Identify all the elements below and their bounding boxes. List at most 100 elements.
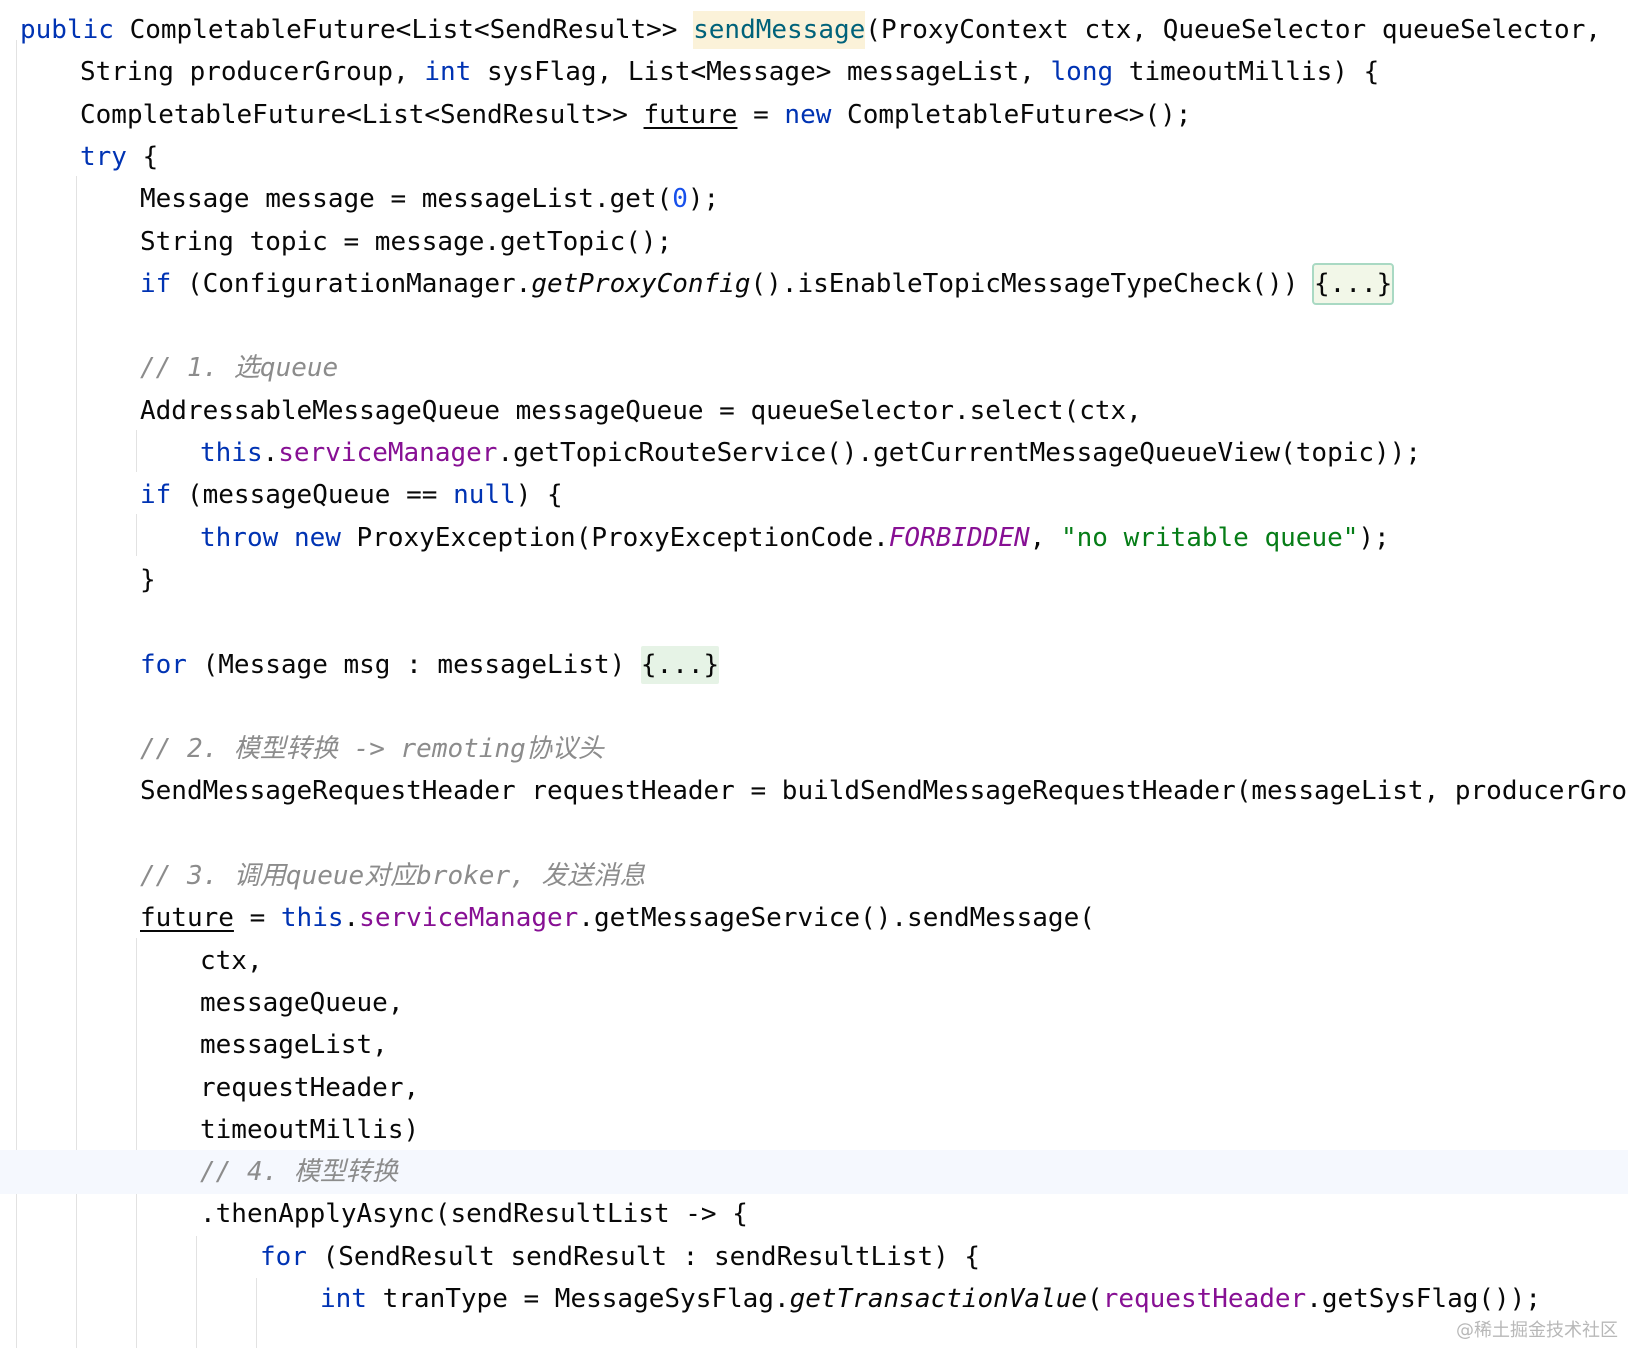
code-token: long [1050,57,1114,88]
code-line[interactable]: public CompletableFuture<List<SendResult… [0,8,1628,52]
code-token: timeoutMillis) { [1113,57,1380,88]
code-token: for [140,649,187,680]
code-line[interactable] [0,600,1628,644]
code-line[interactable]: .thenApplyAsync(sendResultList -> { [0,1192,1628,1236]
code-line[interactable]: // 1. 选queue [0,346,1628,390]
code-token: null [453,480,516,511]
folded-code-block[interactable]: {...} [640,645,720,684]
code-token: CompletableFuture<>(); [831,99,1192,130]
code-line[interactable]: if (ConfigurationManager.getProxyConfig(… [0,262,1628,306]
code-token: int [424,57,472,88]
code-token: new [293,522,341,553]
code-line[interactable]: AddressableMessageQueue messageQueue = q… [0,389,1628,433]
code-line[interactable]: CompletableFuture<List<SendResult>> futu… [0,93,1628,137]
code-token: CompletableFuture<List<SendResult>> [113,15,694,45]
code-line[interactable]: messageList, [0,1023,1628,1067]
code-token: = [233,903,281,934]
code-token: .getSysFlag()); [1306,1284,1541,1314]
code-token: .getTopicRouteService().getCurrentMessag… [497,438,1421,468]
code-token: ctx, [200,945,263,976]
code-line[interactable]: String producerGroup, int sysFlag, List<… [0,50,1628,94]
code-line[interactable]: future = this.serviceManager.getMessageS… [0,896,1628,940]
code-token: (SendResult sendResult : sendResultList)… [306,1241,981,1272]
code-token: ( [1087,1284,1103,1314]
code-line[interactable] [0,685,1628,729]
code-token: ); [1358,522,1390,553]
code-line[interactable]: // 3. 调用queue对应broker, 发送消息 [0,854,1628,898]
code-token: ); [687,184,720,215]
code-token: messageQueue, [200,987,404,1018]
code-line[interactable]: for (SendResult sendResult : sendResultL… [0,1235,1628,1279]
code-token: } [140,564,156,595]
code-line[interactable]: Message message = messageList.get(0); [0,177,1628,221]
code-line[interactable]: try { [0,135,1628,179]
code-comment: // 3. 调用queue对应broker, 发送消息 [140,861,646,891]
code-token: tranType = MessageSysFlag. [366,1284,790,1314]
code-token: for [260,1241,307,1272]
folded-code-block[interactable]: {...} [1312,262,1395,305]
code-token: (ConfigurationManager. [171,268,532,299]
code-token: messageList, [200,1030,388,1061]
code-token: (ProxyContext ctx, QueueSelector queueSe… [865,15,1602,45]
code-token: requestHeader, [200,1072,420,1103]
code-token: . [343,903,360,934]
code-line[interactable]: ctx, [0,939,1628,983]
code-token: { [126,141,159,172]
code-line[interactable]: // 2. 模型转换 -> remoting协议头 [0,727,1628,771]
code-token: Message message = messageList.get( [140,184,673,215]
highlighted-method-name: sendMessage [693,11,866,49]
code-line[interactable]: messageQueue, [0,981,1628,1025]
code-token: ) { [515,480,563,511]
code-token: this [280,903,344,934]
watermark: @稀土掘金技术社区 [1456,1320,1618,1341]
code-token: . [262,438,279,468]
code-token: 0 [672,184,688,215]
code-comment: // 2. 模型转换 -> remoting协议头 [140,734,604,765]
code-line[interactable]: int tranType = MessageSysFlag.getTransac… [0,1277,1628,1321]
code-token: , [1029,522,1061,553]
code-token: getTransactionValue [789,1284,1088,1314]
code-token: serviceManager [278,438,498,468]
code-line[interactable] [0,304,1628,348]
code-line[interactable]: if (messageQueue == null) { [0,473,1628,517]
code-editor[interactable]: public CompletableFuture<List<SendResult… [0,0,1628,1348]
code-token: ProxyException(ProxyExceptionCode. [340,522,889,553]
code-line[interactable]: timeoutMillis) [0,1108,1628,1152]
code-token: "no writable queue" [1060,522,1359,553]
code-line[interactable]: String topic = message.getTopic(); [0,220,1628,264]
code-line[interactable]: } [0,558,1628,602]
code-token: sysFlag, List<Message> messageList, [471,57,1051,88]
code-line[interactable]: for (Message msg : messageList) {...} [0,643,1628,687]
code-token: timeoutMillis) [200,1114,420,1145]
code-token: = [737,99,785,130]
code-token: public [20,15,114,45]
code-token: requestHeader [1102,1284,1307,1314]
code-line[interactable]: // 4. 模型转换 [0,1150,1628,1195]
code-token: FORBIDDEN [888,522,1030,553]
code-comment: // 4. 模型转换 [200,1157,398,1188]
code-token: .thenApplyAsync(sendResultList -> { [200,1199,748,1230]
code-token: this [200,438,263,468]
code-token: AddressableMessageQueue messageQueue = q… [140,395,1142,426]
code-token: (messageQueue == [171,480,454,511]
code-line[interactable]: throw new ProxyException(ProxyExceptionC… [0,516,1628,560]
code-token: ().isEnableTopicMessageTypeCheck()) [750,268,1315,299]
code-line[interactable] [0,812,1628,856]
code-line[interactable]: SendMessageRequestHeader requestHeader =… [0,769,1628,813]
code-token: serviceManager [359,903,579,934]
code-token: getProxyConfig [531,268,751,299]
code-token: future [643,99,738,130]
code-line[interactable]: requestHeader, [0,1066,1628,1110]
code-token: String producerGroup, [80,57,425,88]
code-token: String topic = message.getTopic(); [140,226,673,257]
code-token: (Message msg : messageList) [186,649,641,680]
code-token: new [784,99,832,130]
code-line[interactable]: this.serviceManager.getTopicRouteService… [0,431,1628,475]
code-comment: // 1. 选queue [140,353,339,384]
code-token: future [140,903,234,934]
code-token: if [140,268,172,299]
code-token: SendMessageRequestHeader requestHeader =… [140,776,1628,807]
code-token: if [140,480,172,511]
code-token: throw [200,522,279,553]
